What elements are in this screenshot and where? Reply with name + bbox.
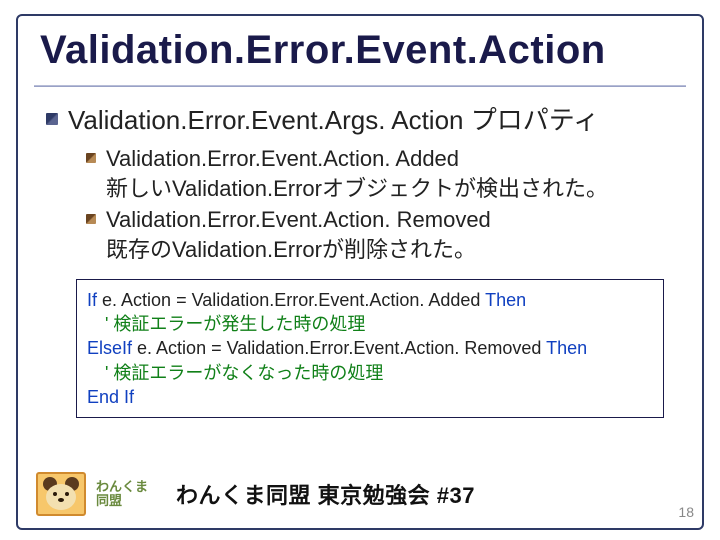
bullet-level1: Validation.Error.Event.Args. Action プロパテ… — [46, 103, 682, 138]
slide-frame: Validation.Error.Event.Action Validation… — [16, 14, 704, 530]
code-keyword: Then — [546, 338, 587, 358]
title-underline — [34, 85, 686, 87]
level2-text: Validation.Error.Event.Action. Removed 既… — [106, 205, 491, 264]
logo-text: わんくま 同盟 — [96, 480, 148, 509]
code-sample-box: If e. Action = Validation.Error.Event.Ac… — [76, 279, 664, 418]
code-comment: ' 検証エラーが発生した時の処理 — [87, 314, 365, 334]
level2-line: Validation.Error.Event.Action. Added — [106, 146, 459, 171]
code-keyword: End If — [87, 387, 134, 407]
wankuma-logo-icon — [36, 472, 86, 516]
level2-line: Validation.Error.Event.Action. Removed — [106, 207, 491, 232]
level2-line: 新しいValidation.Errorオブジェクトが検出された。 — [106, 176, 608, 201]
logo-line: わんくま — [96, 480, 148, 494]
code-line: ' 検証エラーが発生した時の処理 — [87, 312, 653, 336]
level2-text: Validation.Error.Event.Action. Added 新しい… — [106, 144, 608, 203]
level1-text: Validation.Error.Event.Args. Action プロパテ… — [68, 103, 599, 138]
code-text: e. Action = Validation.Error.Event.Actio… — [132, 338, 546, 358]
code-keyword: ElseIf — [87, 338, 132, 358]
code-line: If e. Action = Validation.Error.Event.Ac… — [87, 288, 653, 312]
code-line: End If — [87, 385, 653, 409]
logo-line: 同盟 — [96, 494, 148, 508]
slide-title: Validation.Error.Event.Action — [40, 28, 682, 73]
code-line: ' 検証エラーがなくなった時の処理 — [87, 361, 653, 385]
bullet-level2: Validation.Error.Event.Action. Removed 既… — [86, 205, 682, 264]
square-bullet-icon — [46, 113, 58, 125]
code-keyword: If — [87, 290, 97, 310]
code-comment: ' 検証エラーがなくなった時の処理 — [87, 363, 383, 383]
code-line: ElseIf e. Action = Validation.Error.Even… — [87, 336, 653, 360]
code-keyword: Then — [485, 290, 526, 310]
page-number: 18 — [678, 504, 694, 520]
code-text: e. Action = Validation.Error.Event.Actio… — [97, 290, 485, 310]
bullet-level2: Validation.Error.Event.Action. Added 新しい… — [86, 144, 682, 203]
footer: わんくま 同盟 わんくま同盟 東京勉強会 #37 — [36, 472, 475, 516]
slide: Validation.Error.Event.Action Validation… — [0, 0, 720, 540]
square-bullet-icon — [86, 214, 96, 224]
square-bullet-icon — [86, 153, 96, 163]
level2-line: 既存のValidation.Errorが削除された。 — [106, 237, 476, 262]
footer-title: わんくま同盟 東京勉強会 #37 — [176, 478, 475, 510]
